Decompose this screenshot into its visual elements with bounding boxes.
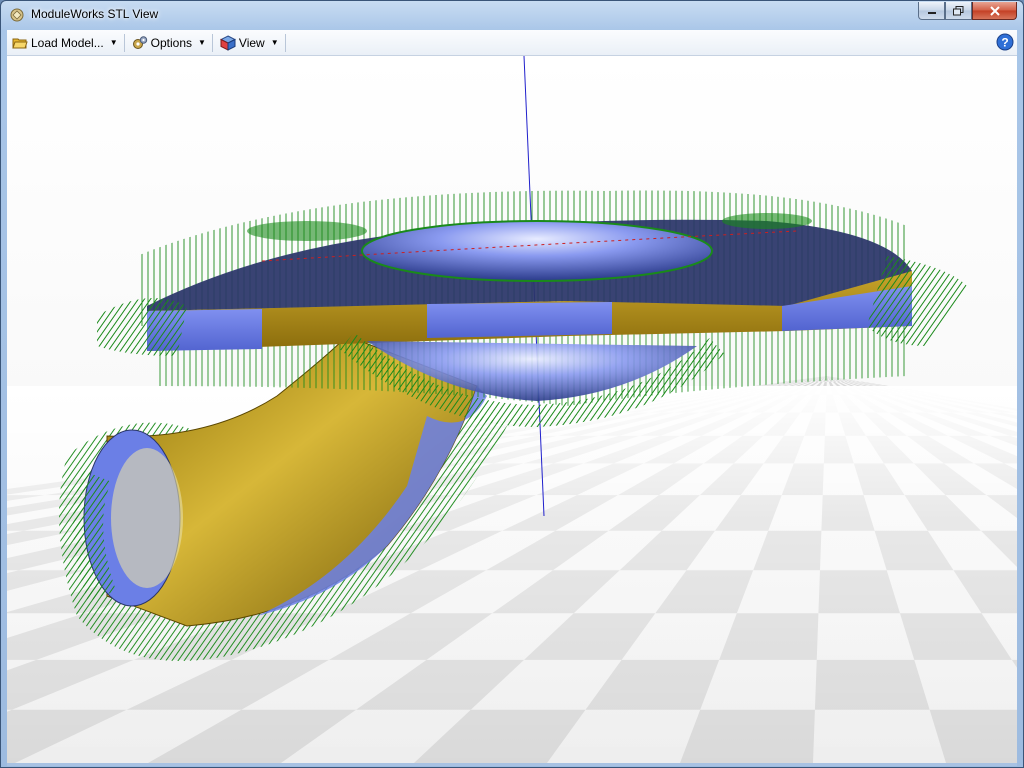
flange-center-bore bbox=[361, 220, 713, 282]
cube-icon bbox=[219, 34, 236, 51]
pipe-rim-normals bbox=[73, 470, 117, 602]
pipe-opening-inner bbox=[111, 448, 183, 588]
title-bar[interactable]: ModuleWorks STL View bbox=[1, 1, 1023, 29]
help-icon: ? bbox=[996, 33, 1014, 51]
minimize-icon bbox=[927, 11, 936, 14]
chevron-down-icon: ▼ bbox=[109, 38, 118, 47]
load-model-label: Load Model... bbox=[31, 35, 104, 50]
options-label: Options bbox=[150, 35, 192, 50]
maximize-button[interactable] bbox=[945, 2, 972, 20]
close-icon bbox=[989, 5, 1000, 16]
chevron-down-icon: ▼ bbox=[270, 38, 279, 47]
toolbar-separator bbox=[284, 33, 286, 52]
chevron-down-icon: ▼ bbox=[198, 38, 206, 47]
view-label: View bbox=[238, 35, 265, 50]
help-button[interactable]: ? bbox=[996, 33, 1014, 54]
svg-text:?: ? bbox=[1001, 36, 1008, 50]
app-window: ModuleWorks STL View Load Model... ▼ Opt… bbox=[0, 0, 1024, 768]
caption-buttons bbox=[918, 2, 1017, 20]
bolt-boss-right bbox=[722, 213, 812, 229]
3d-viewport[interactable] bbox=[7, 56, 1017, 763]
scene-canvas[interactable] bbox=[7, 56, 1017, 763]
bolt-boss-left bbox=[247, 221, 367, 241]
close-button[interactable] bbox=[972, 2, 1017, 20]
options-button[interactable]: Options ▼ bbox=[129, 32, 209, 53]
minimize-button[interactable] bbox=[918, 2, 945, 20]
toolbar-separator bbox=[211, 33, 213, 52]
toolbar: Load Model... ▼ Options ▼ View ▼ ? bbox=[7, 30, 1017, 56]
gears-icon bbox=[132, 35, 147, 49]
view-button[interactable]: View ▼ bbox=[217, 32, 282, 53]
folder-open-icon bbox=[12, 38, 28, 48]
app-icon bbox=[10, 8, 24, 22]
window-title: ModuleWorks STL View bbox=[31, 7, 159, 21]
window-bottom-edge bbox=[7, 763, 1017, 766]
left-fan-normals bbox=[97, 298, 187, 356]
toolbar-separator bbox=[123, 33, 125, 52]
restore-icon bbox=[953, 5, 964, 15]
flange-band-blue-2 bbox=[427, 302, 612, 338]
load-model-button[interactable]: Load Model... ▼ bbox=[9, 32, 121, 53]
